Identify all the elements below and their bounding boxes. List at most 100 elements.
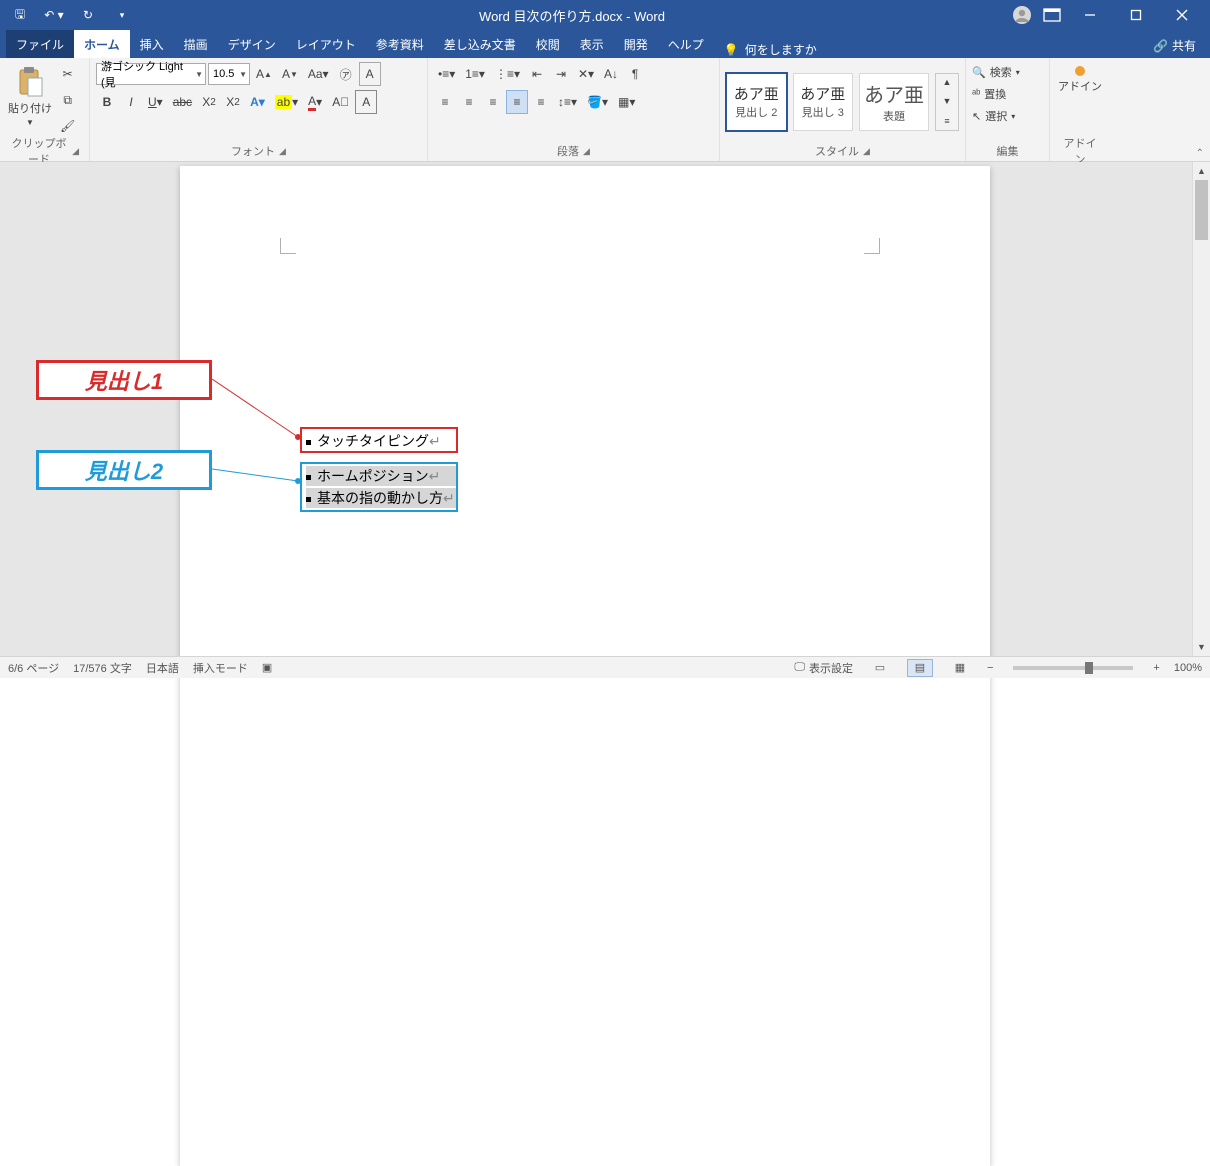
tab-file[interactable]: ファイル xyxy=(6,30,74,58)
styles-more-icon[interactable]: ≡ xyxy=(936,112,958,129)
doc-line-3[interactable]: 基本の指の動かし方↵ xyxy=(306,488,456,508)
bullets-button[interactable]: •≡▾ xyxy=(434,62,459,86)
macro-record-icon[interactable]: ▣ xyxy=(262,661,272,674)
scroll-down-icon[interactable]: ▼ xyxy=(936,93,958,110)
numbering-button[interactable]: 1≡▾ xyxy=(461,62,489,86)
paste-button[interactable]: 貼り付け ▼ xyxy=(6,62,54,131)
view-read-mode[interactable]: ▭ xyxy=(867,659,893,677)
tab-developer[interactable]: 開発 xyxy=(614,30,658,58)
justify-button[interactable]: ≡ xyxy=(506,90,528,114)
group-addin: アドイン アドイン xyxy=(1050,58,1110,161)
align-right-button[interactable]: ≡ xyxy=(482,90,504,114)
undo-icon[interactable]: ↶ ▾ xyxy=(40,3,68,27)
group-styles: あア亜 見出し 2 あア亜 見出し 3 あア亜 表題 ▲ ▼ ≡ スタイル◢ xyxy=(720,58,966,161)
doc-line-2[interactable]: ホームポジション↵ xyxy=(306,466,456,486)
tell-me[interactable]: 💡 何をしますか xyxy=(724,41,817,58)
superscript-button[interactable]: X2 xyxy=(222,90,244,114)
align-center-button[interactable]: ≡ xyxy=(458,90,480,114)
tab-home[interactable]: ホーム xyxy=(74,30,130,58)
decrease-indent-button[interactable]: ⇤ xyxy=(526,62,548,86)
highlight-button[interactable]: ab▾ xyxy=(271,90,302,114)
close-icon[interactable] xyxy=(1160,3,1204,27)
style-title[interactable]: あア亜 表題 xyxy=(859,73,929,131)
view-web-layout[interactable]: ▦ xyxy=(947,659,973,677)
style-heading2[interactable]: あア亜 見出し 2 xyxy=(726,73,787,131)
text-effects-button[interactable]: A▾ xyxy=(246,90,269,114)
increase-indent-button[interactable]: ⇥ xyxy=(550,62,572,86)
addin-button[interactable]: アドイン xyxy=(1056,62,1104,98)
dialog-launcher-icon[interactable]: ◢ xyxy=(583,146,590,157)
font-color-button[interactable]: A▾ xyxy=(304,90,326,114)
grow-font-button[interactable]: A▲ xyxy=(252,62,276,86)
copy-button[interactable]: ⧉ xyxy=(56,88,79,112)
find-button[interactable]: 🔍検索▾ xyxy=(972,62,1020,82)
minimize-icon[interactable] xyxy=(1068,3,1112,27)
view-print-layout[interactable]: ▤ xyxy=(907,659,933,677)
dialog-launcher-icon[interactable]: ◢ xyxy=(279,146,286,157)
font-size-combo[interactable]: 10.5▼ xyxy=(208,63,250,85)
redo-icon[interactable]: ↻ xyxy=(74,3,102,27)
borders-button[interactable]: ▦▾ xyxy=(614,90,639,114)
shrink-font-button[interactable]: A▼ xyxy=(278,62,302,86)
asian-layout-button[interactable]: ✕▾ xyxy=(574,62,598,86)
scroll-thumb[interactable] xyxy=(1195,180,1208,240)
account-icon[interactable] xyxy=(1008,3,1036,27)
distributed-button[interactable]: ≡ xyxy=(530,90,552,114)
status-page[interactable]: 6/6 ページ xyxy=(8,660,59,676)
status-insert-mode[interactable]: 挿入モード xyxy=(193,660,248,676)
style-heading3[interactable]: あア亜 見出し 3 xyxy=(793,73,854,131)
display-settings[interactable]: 🖵表示設定 xyxy=(794,660,853,676)
styles-gallery-scroll[interactable]: ▲ ▼ ≡ xyxy=(935,73,959,131)
tab-view[interactable]: 表示 xyxy=(570,30,614,58)
tab-insert[interactable]: 挿入 xyxy=(130,30,174,58)
enclose-characters-button[interactable]: A⃝ xyxy=(328,90,353,114)
zoom-slider[interactable] xyxy=(1013,666,1133,670)
scroll-up-icon[interactable]: ▲ xyxy=(1193,162,1210,180)
status-word-count[interactable]: 17/576 文字 xyxy=(73,660,132,676)
zoom-out-icon[interactable]: − xyxy=(987,662,993,674)
tab-design[interactable]: デザイン xyxy=(218,30,286,58)
tab-layout[interactable]: レイアウト xyxy=(286,30,366,58)
shading-button[interactable]: 🪣▾ xyxy=(583,90,612,114)
collapse-ribbon-icon[interactable]: ⌃ xyxy=(1196,148,1204,159)
scroll-up-icon[interactable]: ▲ xyxy=(936,74,958,91)
dialog-launcher-icon[interactable]: ◢ xyxy=(72,146,79,157)
window-title: Word 目次の作り方.docx - Word xyxy=(136,6,1008,25)
bold-button[interactable]: B xyxy=(96,90,118,114)
tab-help[interactable]: ヘルプ xyxy=(658,30,714,58)
character-shading-button[interactable]: A xyxy=(355,90,377,114)
italic-button[interactable]: I xyxy=(120,90,142,114)
select-button[interactable]: ↖選択▾ xyxy=(972,106,1015,126)
align-left-button[interactable]: ≡ xyxy=(434,90,456,114)
ribbon-display-icon[interactable] xyxy=(1038,3,1066,27)
dialog-launcher-icon[interactable]: ◢ xyxy=(863,146,870,157)
underline-button[interactable]: U▾ xyxy=(144,90,167,114)
change-case-button[interactable]: Aa▾ xyxy=(304,62,333,86)
slider-thumb[interactable] xyxy=(1085,662,1093,674)
multilevel-list-button[interactable]: ⋮≡▾ xyxy=(491,62,524,86)
scroll-down-icon[interactable]: ▼ xyxy=(1193,638,1210,656)
share-button[interactable]: 🔗 共有 xyxy=(1145,33,1204,58)
save-icon[interactable]: 🖫 xyxy=(6,3,34,27)
line-spacing-button[interactable]: ↕≡▾ xyxy=(554,90,581,114)
tab-references[interactable]: 参考資料 xyxy=(366,30,434,58)
font-name-combo[interactable]: 游ゴシック Light (見▼ xyxy=(96,63,206,85)
replace-button[interactable]: ᵃᵇ置換 xyxy=(972,84,1006,104)
subscript-button[interactable]: X2 xyxy=(198,90,220,114)
tab-review[interactable]: 校閲 xyxy=(526,30,570,58)
status-language[interactable]: 日本語 xyxy=(146,660,179,676)
zoom-level[interactable]: 100% xyxy=(1174,662,1202,674)
strikethrough-button[interactable]: abc xyxy=(169,90,196,114)
sort-button[interactable]: A↓ xyxy=(600,62,622,86)
show-marks-button[interactable]: ¶ xyxy=(624,62,646,86)
vertical-scrollbar[interactable]: ▲ ▼ xyxy=(1192,162,1210,656)
zoom-in-icon[interactable]: + xyxy=(1153,662,1159,674)
tab-draw[interactable]: 描画 xyxy=(174,30,218,58)
clear-formatting-button[interactable]: A xyxy=(359,62,381,86)
qat-customize-icon[interactable]: ▾ xyxy=(108,3,136,27)
cut-button[interactable]: ✂ xyxy=(56,62,79,86)
tab-mailings[interactable]: 差し込み文書 xyxy=(434,30,526,58)
maximize-icon[interactable] xyxy=(1114,3,1158,27)
phonetic-guide-button[interactable]: ㋐ xyxy=(335,62,357,86)
doc-line-1[interactable]: タッチタイピング↵ xyxy=(306,431,441,451)
